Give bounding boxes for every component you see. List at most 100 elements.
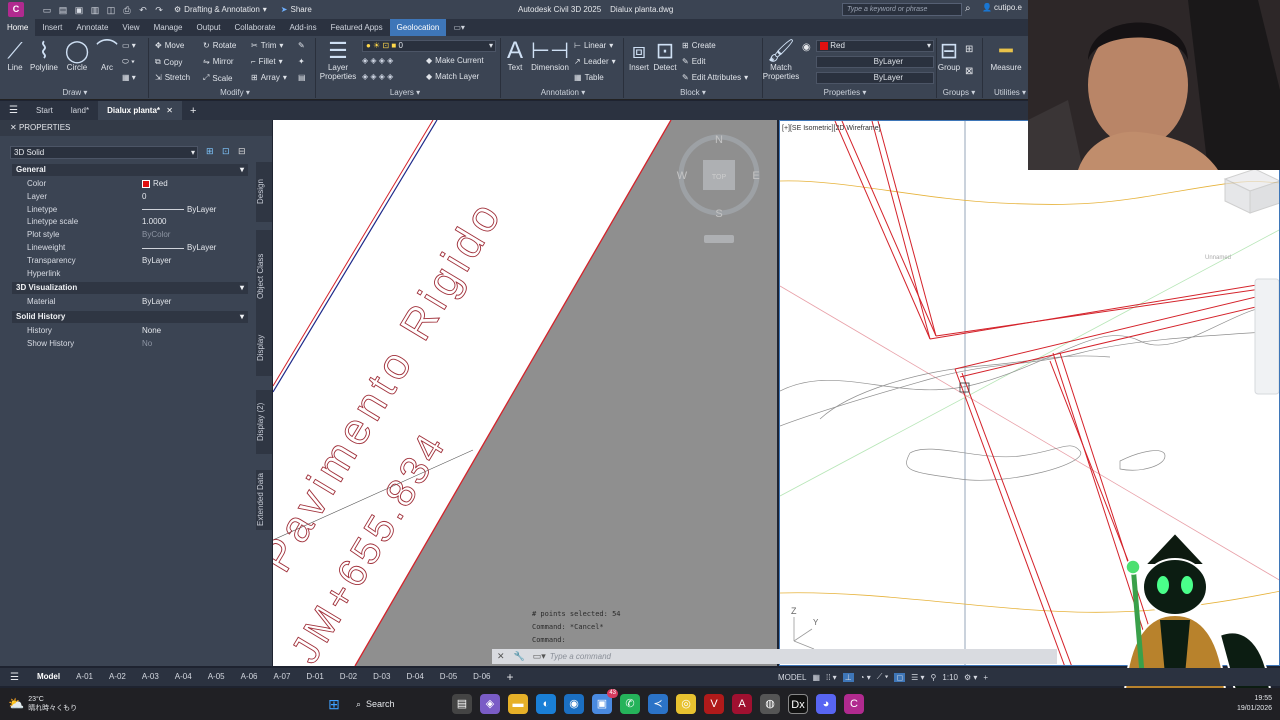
side-tab-design[interactable]: Design bbox=[256, 162, 272, 222]
block-panel-label[interactable]: Block ▾ bbox=[668, 88, 718, 99]
add-icon[interactable]: + bbox=[983, 673, 988, 682]
leader-button[interactable]: ↗ Leader ▾ bbox=[574, 57, 616, 66]
hatch-icon[interactable]: ⬭ ▾ bbox=[122, 57, 135, 67]
annotation-panel-label[interactable]: Annotation ▾ bbox=[533, 88, 593, 99]
draw-panel-label[interactable]: Draw ▾ bbox=[40, 88, 110, 99]
side-tab-object-class[interactable]: Object Class bbox=[256, 230, 272, 322]
edge-icon[interactable]: ◐ bbox=[536, 694, 556, 714]
windows-start-icon[interactable]: ⊞ bbox=[324, 694, 344, 714]
tab-home[interactable]: Home bbox=[0, 19, 36, 36]
hamburger-menu-icon[interactable]: ☰ bbox=[0, 105, 27, 116]
layout-tab-d-06[interactable]: D-06 bbox=[465, 668, 498, 686]
select-objects-icon[interactable]: ⊡ bbox=[222, 146, 230, 157]
property-row-history[interactable]: History None bbox=[12, 325, 248, 337]
dx-icon[interactable]: Dx bbox=[788, 694, 808, 714]
outlook-icon[interactable]: ◉ bbox=[564, 694, 584, 714]
scale-button[interactable]: ⤢ Scale bbox=[203, 73, 232, 83]
layer-tools-row2[interactable]: ◈ ◈ ◈ ◈ bbox=[362, 72, 393, 81]
obs-icon[interactable]: ◍ bbox=[760, 694, 780, 714]
iso-viewcube[interactable] bbox=[1223, 168, 1280, 214]
property-row-plot-style[interactable]: Plot style ByColor bbox=[12, 229, 248, 241]
modify-panel-label[interactable]: Modify ▾ bbox=[205, 88, 265, 99]
user-account[interactable]: 👤 cutipo.e bbox=[982, 3, 1022, 12]
viewcube-top[interactable]: TOP bbox=[712, 174, 727, 181]
measure-button[interactable]: ━ Measure bbox=[986, 39, 1026, 73]
whatsapp-icon[interactable]: ✆ bbox=[620, 694, 640, 714]
close-icon[interactable]: ✕ bbox=[492, 651, 510, 662]
side-tab-display[interactable]: Display bbox=[256, 320, 272, 376]
trim-button[interactable]: ✂ Trim ▾ bbox=[251, 41, 283, 50]
toggle-pickadd-icon[interactable]: ⊞ bbox=[206, 146, 214, 157]
properties-panel-label[interactable]: Properties ▾ bbox=[815, 88, 875, 99]
section-viz[interactable]: 3D Visualization ▾ bbox=[12, 282, 248, 295]
erase-icon[interactable]: ✎ bbox=[298, 41, 305, 50]
new-icon[interactable]: ▭ bbox=[40, 4, 54, 16]
print-icon[interactable]: ⎙ bbox=[120, 4, 134, 16]
navigation-bar[interactable] bbox=[1254, 278, 1279, 395]
discord-icon[interactable]: ◕ bbox=[816, 694, 836, 714]
gradient-icon[interactable]: ▦ ▾ bbox=[122, 73, 136, 82]
match-layer-button[interactable]: ◆ Match Layer bbox=[426, 72, 479, 81]
share-button[interactable]: ➤ Share bbox=[281, 5, 312, 14]
property-row-transparency[interactable]: Transparency ByLayer bbox=[12, 255, 248, 267]
layout-tab-d-02[interactable]: D-02 bbox=[332, 668, 365, 686]
ortho-icon[interactable]: ⊥ bbox=[842, 672, 854, 682]
snap-icon[interactable]: ⁞⁞ ▾ bbox=[826, 673, 837, 682]
file-explorer-icon[interactable]: ▬ bbox=[508, 694, 528, 714]
copy-button[interactable]: ⧉ Copy bbox=[155, 57, 182, 67]
match-properties-button[interactable]: 🖌 Match Properties bbox=[762, 39, 800, 82]
layout-tab-model[interactable]: Model bbox=[29, 668, 68, 686]
lineweight-dropdown[interactable]: ByLayer bbox=[816, 72, 934, 84]
tab-dialux-planta[interactable]: Dialux planta* ✕ bbox=[98, 101, 182, 120]
group-button[interactable]: ⊟ Group bbox=[937, 39, 961, 73]
plan-viewport[interactable]: Pavimento Rigido JM+655.834 TOP N S E W … bbox=[273, 120, 777, 666]
dimension-button[interactable]: ⊢⊣ Dimension bbox=[530, 39, 570, 73]
workspace-gear-icon[interactable]: ⚙ ▾ bbox=[964, 673, 977, 682]
command-input[interactable]: Type a command bbox=[550, 652, 611, 661]
polar-icon[interactable]: ◔ ▾ bbox=[860, 673, 871, 682]
polyline-button[interactable]: ⌇ Polyline bbox=[28, 39, 60, 73]
close-icon[interactable]: ✕ bbox=[166, 106, 173, 115]
undo-icon[interactable]: ↶ bbox=[136, 4, 150, 16]
color-dropdown[interactable]: Red ▾ bbox=[816, 40, 934, 52]
model-space-toggle[interactable]: MODEL bbox=[778, 673, 806, 682]
tab-collaborate[interactable]: Collaborate bbox=[228, 19, 283, 36]
linear-button[interactable]: ⊢ Linear ▾ bbox=[574, 41, 613, 50]
group-select-icon[interactable]: ⊠ bbox=[965, 66, 973, 77]
layout-tab-a-06[interactable]: A-06 bbox=[233, 668, 266, 686]
layer-properties-button[interactable]: ☰ Layer Properties bbox=[318, 39, 358, 82]
side-tab-extended-data[interactable]: Extended Data bbox=[256, 470, 272, 530]
command-prompt-icon[interactable]: ▭▾ bbox=[529, 651, 550, 662]
fillet-button[interactable]: ⌐ Fillet ▾ bbox=[251, 57, 283, 66]
linetype-dropdown[interactable]: ByLayer bbox=[816, 56, 934, 68]
layout-tab-d-03[interactable]: D-03 bbox=[365, 668, 398, 686]
tab-annotate[interactable]: Annotate bbox=[69, 19, 115, 36]
wcs-menu[interactable] bbox=[704, 235, 734, 243]
new-tab-icon[interactable]: + bbox=[182, 105, 204, 117]
rectangle-icon[interactable]: ▭ ▾ bbox=[122, 41, 136, 50]
layout-tab-a-01[interactable]: A-01 bbox=[68, 668, 101, 686]
civil3d-icon[interactable]: C bbox=[844, 694, 864, 714]
tab-insert[interactable]: Insert bbox=[35, 19, 69, 36]
redo-icon[interactable]: ↷ bbox=[152, 4, 166, 16]
property-row-show-history[interactable]: Show History No bbox=[12, 338, 248, 350]
task-view-icon[interactable]: ▤ bbox=[452, 694, 472, 714]
make-current-button[interactable]: ◆ Make Current bbox=[426, 56, 484, 65]
arc-button[interactable]: ⌒ Arc bbox=[96, 39, 118, 73]
open-icon[interactable]: ▤ bbox=[56, 4, 70, 16]
tab-manage[interactable]: Manage bbox=[147, 19, 190, 36]
ribbon-options-icon[interactable]: ▭▾ bbox=[446, 19, 472, 36]
photos-icon[interactable]: ▣ 43 bbox=[592, 689, 618, 714]
quick-select-icon[interactable]: ⊟ bbox=[238, 146, 246, 157]
layout-tab-d-05[interactable]: D-05 bbox=[432, 668, 465, 686]
autocad-icon[interactable]: A bbox=[732, 694, 752, 714]
weather-widget[interactable]: ⛅ 23°C 晴れ時々くもり bbox=[8, 695, 77, 713]
layer-dropdown[interactable]: ● ☀ ⊡ ■ 0 ▾ bbox=[362, 40, 496, 52]
layer-tools-row1[interactable]: ◈ ◈ ◈ ◈ bbox=[362, 56, 393, 65]
search-input[interactable]: Type a keyword or phrase bbox=[842, 3, 962, 16]
tab-featured-apps[interactable]: Featured Apps bbox=[324, 19, 390, 36]
stretch-button[interactable]: ⇲ Stretch bbox=[155, 73, 190, 82]
groups-panel-label[interactable]: Groups ▾ bbox=[937, 88, 981, 99]
viewport-controls[interactable]: [+][SE Isometric][2D Wireframe] bbox=[782, 125, 881, 132]
property-row-linetype-scale[interactable]: Linetype scale 1.0000 bbox=[12, 216, 248, 228]
